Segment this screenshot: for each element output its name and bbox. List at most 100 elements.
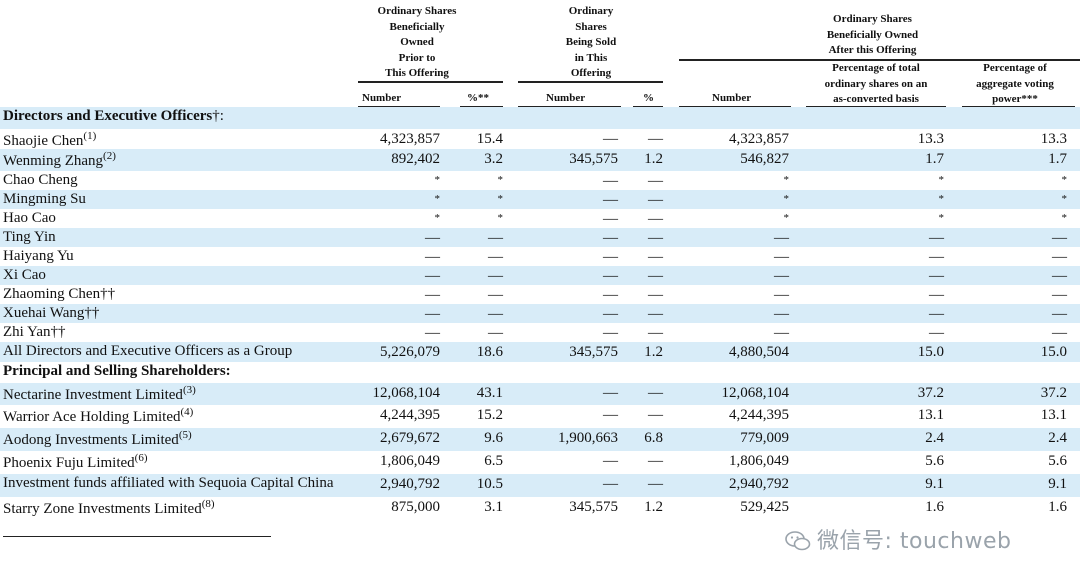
col-after-pct-voting-cell: —	[1052, 287, 1067, 303]
col-prior-number-cell: 4,323,857	[380, 131, 440, 147]
holder-name-text: Phoenix Fuju Limited	[3, 455, 135, 471]
header-being-sold: Ordinary Shares Being Sold in This Offer…	[565, 5, 617, 79]
footnote-ref: (5)	[178, 429, 192, 441]
col-sold-pct-cell: —	[648, 131, 663, 147]
col-sold-number-cell: 1,900,663	[558, 430, 618, 446]
holder-name-text: Principal and Selling Shareholders:	[3, 363, 231, 379]
col-sold-number-cell: —	[603, 249, 618, 265]
holder-name-text: Hao Cao	[3, 210, 56, 226]
footnote-rule	[3, 536, 271, 537]
col-after-pct-voting-cell: 13.3	[1040, 131, 1067, 147]
col-number-prior: Number	[362, 92, 402, 104]
holder-name: Investment funds affiliated with Sequoia…	[3, 475, 358, 492]
col-after-number-cell: 4,880,504	[729, 344, 789, 360]
col-prior-number-cell: —	[425, 287, 440, 303]
table-row: Ting Yin — — — — — — —	[0, 228, 1080, 247]
col-after-pct-total-cell: *	[938, 174, 945, 186]
col-sold-pct-cell: —	[648, 287, 663, 303]
holder-name-text: Xuehai Wang††	[3, 305, 100, 321]
col-prior-pct-cell: —	[488, 230, 503, 246]
col-prior-number-cell: 2,679,672	[380, 430, 440, 446]
col-after-number-cell: *	[783, 212, 790, 224]
col-sold-number-cell: 345,575	[569, 499, 618, 515]
col-after-pct-total-cell: —	[929, 325, 944, 341]
holder-name-text: Xi Cao	[3, 267, 46, 283]
col-after-pct-voting-cell: 5.6	[1048, 453, 1067, 469]
holder-name: Xi Cao	[3, 267, 358, 284]
col-sold-number-cell: —	[603, 385, 618, 401]
wechat-icon	[785, 531, 811, 551]
col-sold-pct-cell: 1.2	[644, 344, 663, 360]
col-prior-pct-cell: —	[488, 325, 503, 341]
watermark-text: 微信号: touchweb	[817, 529, 1012, 554]
col-number-after: Number	[712, 92, 752, 104]
col-after-pct-total-cell: 5.6	[925, 453, 944, 469]
col-prior-number-cell: *	[434, 193, 441, 205]
holder-name-text: Aodong Investments Limited	[3, 432, 179, 448]
col-sold-pct-cell: —	[648, 407, 663, 423]
col-after-number-cell: 529,425	[740, 499, 789, 515]
col-prior-number-cell: —	[425, 249, 440, 265]
col-after-pct-voting-cell: —	[1052, 306, 1067, 322]
footnote-ref: (2)	[103, 150, 116, 162]
holder-name: Warrior Ace Holding Limited(4)	[3, 406, 358, 426]
table-row: Warrior Ace Holding Limited(4) 4,244,395 1…	[0, 405, 1080, 428]
col-prior-pct-cell: 43.1	[476, 385, 503, 401]
col-prior-pct-cell: 3.2	[484, 151, 503, 167]
col-prior-number-cell: —	[425, 325, 440, 341]
col-prior-pct-cell: 10.5	[476, 476, 503, 492]
col-prior-pct-cell: 18.6	[476, 344, 503, 360]
col-prior-pct-cell: —	[488, 249, 503, 265]
col-sold-number-cell: —	[603, 325, 618, 341]
col-after-pct-total-cell: 15.0	[917, 344, 944, 360]
footnote-ref: (6)	[134, 452, 148, 464]
holder-name-text: Shaojie Chen	[3, 133, 84, 149]
footnote-ref: (3)	[182, 384, 196, 396]
holder-name-text: Chao Cheng	[3, 172, 78, 188]
watermark: 微信号: touchweb	[785, 523, 1011, 555]
table-row: Mingming Su * * — — * * *	[0, 190, 1080, 209]
col-prior-pct-cell: 15.2	[476, 407, 503, 423]
col-after-number-cell: 2,940,792	[729, 476, 789, 492]
holder-name: Ting Yin	[3, 229, 358, 246]
col-after-number-cell: *	[783, 193, 790, 205]
section-title: Principal and Selling Shareholders:	[3, 363, 358, 380]
col-sold-number-cell: —	[603, 211, 618, 227]
holder-name: Xuehai Wang††	[3, 305, 358, 322]
col-sold-number-cell: —	[603, 230, 618, 246]
table-row: Aodong Investments Limited(5) 2,679,672 9.…	[0, 428, 1080, 451]
col-prior-pct-cell: *	[497, 193, 504, 205]
col-prior-number-cell: 5,226,079	[380, 344, 440, 360]
col-after-pct-total-cell: —	[929, 230, 944, 246]
holder-name-text: Investment funds affiliated with Sequoia…	[3, 475, 334, 491]
col-after-number-cell: —	[774, 268, 789, 284]
col-sold-number-cell: 345,575	[569, 151, 618, 167]
col-sold-number-cell: —	[603, 268, 618, 284]
col-after-pct-voting-cell: 1.7	[1048, 151, 1067, 167]
holder-name: Aodong Investments Limited(5)	[3, 429, 358, 449]
col-after-number-cell: —	[774, 249, 789, 265]
col-after-pct-total-cell: 2.4	[925, 430, 944, 446]
col-after-pct-total-cell: —	[929, 287, 944, 303]
table-row: Phoenix Fuju Limited(6) 1,806,049 6.5 — — 1,8…	[0, 451, 1080, 474]
col-after-pct-voting-cell: 1.6	[1048, 499, 1067, 515]
header-sold-rule	[518, 81, 663, 83]
holder-name: Chao Cheng	[3, 172, 358, 189]
table-row: Xi Cao — — — — — — —	[0, 266, 1080, 285]
table-row: Starry Zone Investments Limited(8) 875,00…	[0, 497, 1080, 520]
footnote-ref: (8)	[201, 498, 215, 510]
col-sold-pct-cell: —	[648, 306, 663, 322]
col-sold-number-cell: —	[603, 173, 618, 189]
table-row: Chao Cheng * * — — * * *	[0, 171, 1080, 190]
col-prior-number-cell: 1,806,049	[380, 453, 440, 469]
col-sold-pct-cell: —	[648, 453, 663, 469]
holder-name: Mingming Su	[3, 191, 358, 208]
col-prior-number-cell: 4,244,395	[380, 407, 440, 423]
section-title: Directors and Executive Officers†:	[3, 108, 358, 125]
col-after-number-cell: —	[774, 306, 789, 322]
col-after-number-cell: 779,009	[740, 430, 789, 446]
table-row: Investment funds affiliated with Sequoia…	[0, 474, 1080, 497]
col-sold-pct-cell: 1.2	[644, 499, 663, 515]
col-prior-pct-cell: 15.4	[476, 131, 503, 147]
col-number-sold: Number	[546, 92, 586, 104]
